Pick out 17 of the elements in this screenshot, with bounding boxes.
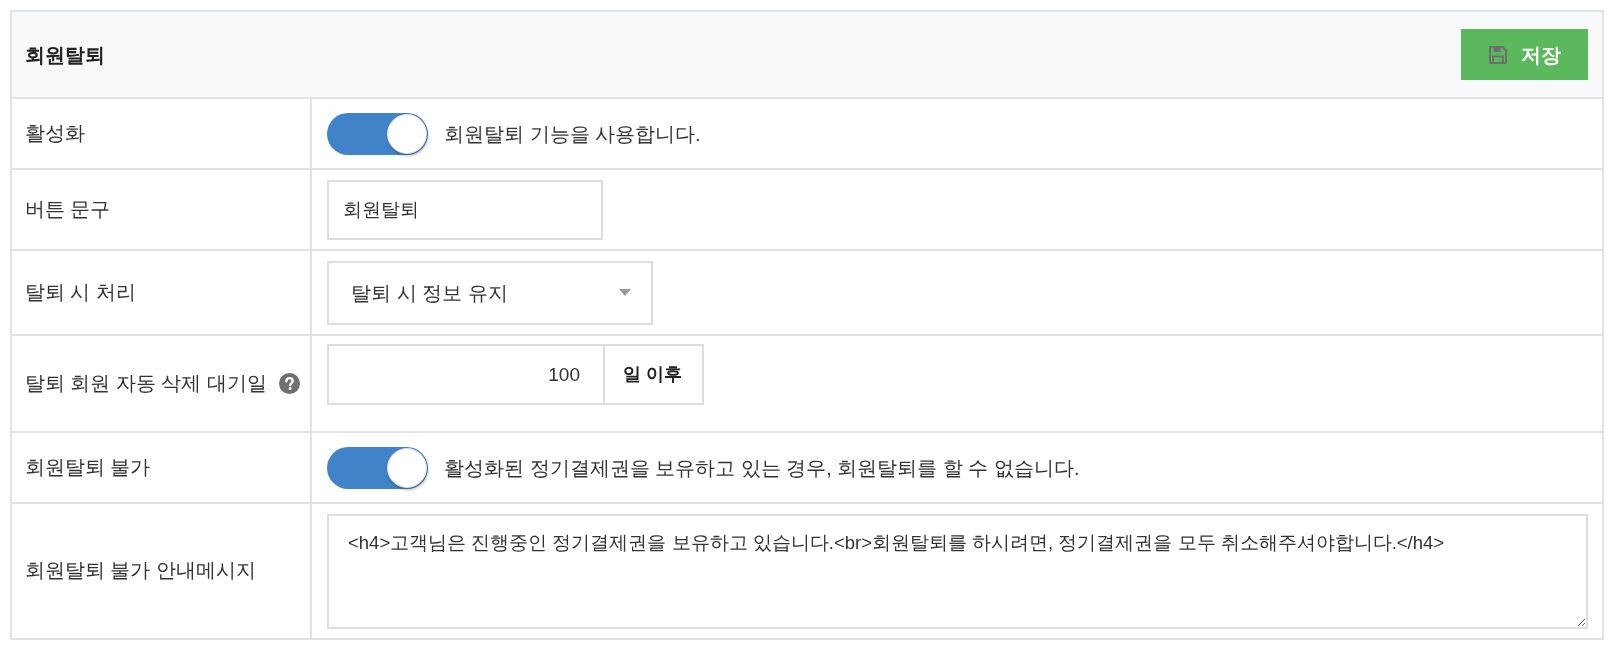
field-label: 회원탈퇴 불가: [25, 454, 151, 480]
number-input[interactable]: 100: [327, 344, 605, 405]
caret-icon: [619, 289, 631, 296]
field-label: 회원탈퇴 불가 안내메시지: [25, 558, 256, 584]
toggle-switch[interactable]: [327, 112, 428, 155]
field-label: 탈퇴 시 처리: [25, 279, 136, 305]
toggle-description: 회원탈퇴 기능을 사용합니다.: [444, 121, 701, 147]
text-input[interactable]: 회원탈퇴: [327, 179, 603, 240]
field-label: 탈퇴 회원 자동 삭제 대기일: [25, 370, 267, 396]
message-textarea[interactable]: <h4>고객님은 진행중인 정기결제권을 보유하고 있습니다.<br>회원탈퇴를 하시려면, 정기결제권을 모두 취소해주셔야합니다.</h4>: [327, 513, 1588, 629]
field-label: 버튼 문구: [25, 196, 111, 222]
toggle-switch[interactable]: [327, 446, 428, 489]
toggle-description: 활성화된 정기결제권을 보유하고 있는 경우, 회원탈퇴를 할 수 없습니다.: [444, 455, 1080, 481]
unit-suffix: 일 이후: [604, 344, 704, 405]
field-label: 활성화: [25, 120, 85, 146]
select-dropdown[interactable]: 탈퇴 시 정보 유지: [327, 260, 653, 325]
panel-title: 회원탈퇴: [25, 42, 105, 67]
